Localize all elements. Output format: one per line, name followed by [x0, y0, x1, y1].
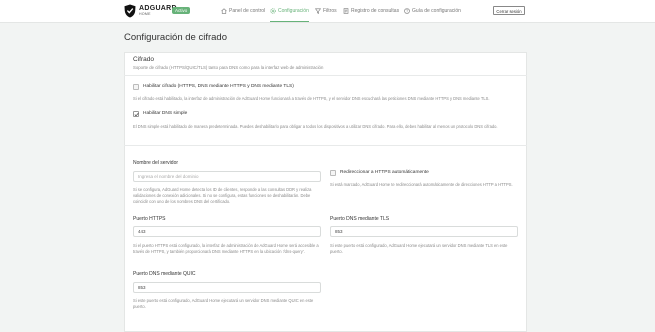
enable-encryption-label: Habilitar cifrado (HTTPS, DNS mediante H…: [143, 84, 294, 89]
nav-filters-label: Filtros: [323, 8, 337, 14]
redirect-https-label: Redireccionar a HTTPS automáticamente: [340, 170, 429, 175]
checkmark-icon: [134, 112, 139, 117]
quic-port-input[interactable]: [133, 282, 321, 293]
quic-port-desc: Si este puerto está configurado, AdGuard…: [133, 298, 314, 309]
plain-dns-desc: El DNS simple está habilitado de manera …: [133, 124, 498, 129]
section-divider: [124, 145, 527, 146]
server-name-label: Nombre del servidor: [133, 160, 179, 166]
nav-settings[interactable]: Configuración: [270, 0, 309, 22]
brand-sub: HOME: [139, 12, 151, 16]
tls-port-desc: Si este puerto está configurado, AdGuard…: [330, 243, 508, 254]
plain-dns-checkbox[interactable]: [133, 111, 139, 117]
https-port-label: Puerto HTTPS: [133, 216, 166, 222]
top-header: ADGUARD HOME Activo Panel de control Con…: [0, 0, 655, 23]
enable-encryption-desc: Si el cifrado está habilitado, la interf…: [133, 96, 490, 101]
nav-filters[interactable]: Filtros: [315, 0, 337, 22]
card-divider: [124, 75, 527, 76]
nav-setup-guide-label: Guía de configuración: [412, 8, 461, 14]
dashboard-icon: [221, 8, 227, 14]
card-title: Cifrado: [133, 56, 154, 63]
nav-query-log[interactable]: Registro de consultas: [343, 0, 399, 22]
server-name-input[interactable]: [133, 171, 321, 182]
nav-dashboard-label: Panel de control: [229, 8, 266, 14]
https-port-input[interactable]: [133, 226, 321, 237]
page-title: Configuración de cifrado: [124, 32, 227, 43]
quic-port-label: Puerto DNS mediante QUIC: [133, 271, 196, 277]
nav-settings-label: Configuración: [278, 8, 309, 14]
shield-icon: [124, 4, 136, 18]
nav-dashboard[interactable]: Panel de control: [221, 0, 265, 22]
tls-port-label: Puerto DNS mediante TLS: [330, 216, 390, 222]
server-name-desc: Si se configura, AdGuard Home detecta lo…: [133, 187, 312, 204]
enable-encryption-checkbox[interactable]: [133, 84, 139, 90]
redirect-https-checkbox[interactable]: [330, 170, 336, 176]
logout-button[interactable]: Cerrar sesión: [493, 6, 525, 15]
card-subtitle: Soporte de cifrado (HTTPS/QUIC/TLS) tant…: [133, 65, 324, 70]
https-port-desc: Si el puerto HTTPS está configurado, la …: [133, 243, 319, 254]
redirect-https-desc: Si está marcado, AdGuard Home te redirec…: [330, 182, 513, 187]
nav-setup-guide[interactable]: Guía de configuración: [404, 0, 461, 22]
plain-dns-label: Habilitar DNS simple: [143, 111, 188, 116]
gear-icon: [270, 8, 276, 14]
nav-query-log-label: Registro de consultas: [351, 8, 400, 14]
status-badge: Activo: [172, 7, 191, 14]
help-icon: [404, 8, 410, 14]
filter-icon: [315, 8, 321, 14]
tls-port-input[interactable]: [330, 226, 518, 237]
log-icon: [343, 8, 349, 14]
